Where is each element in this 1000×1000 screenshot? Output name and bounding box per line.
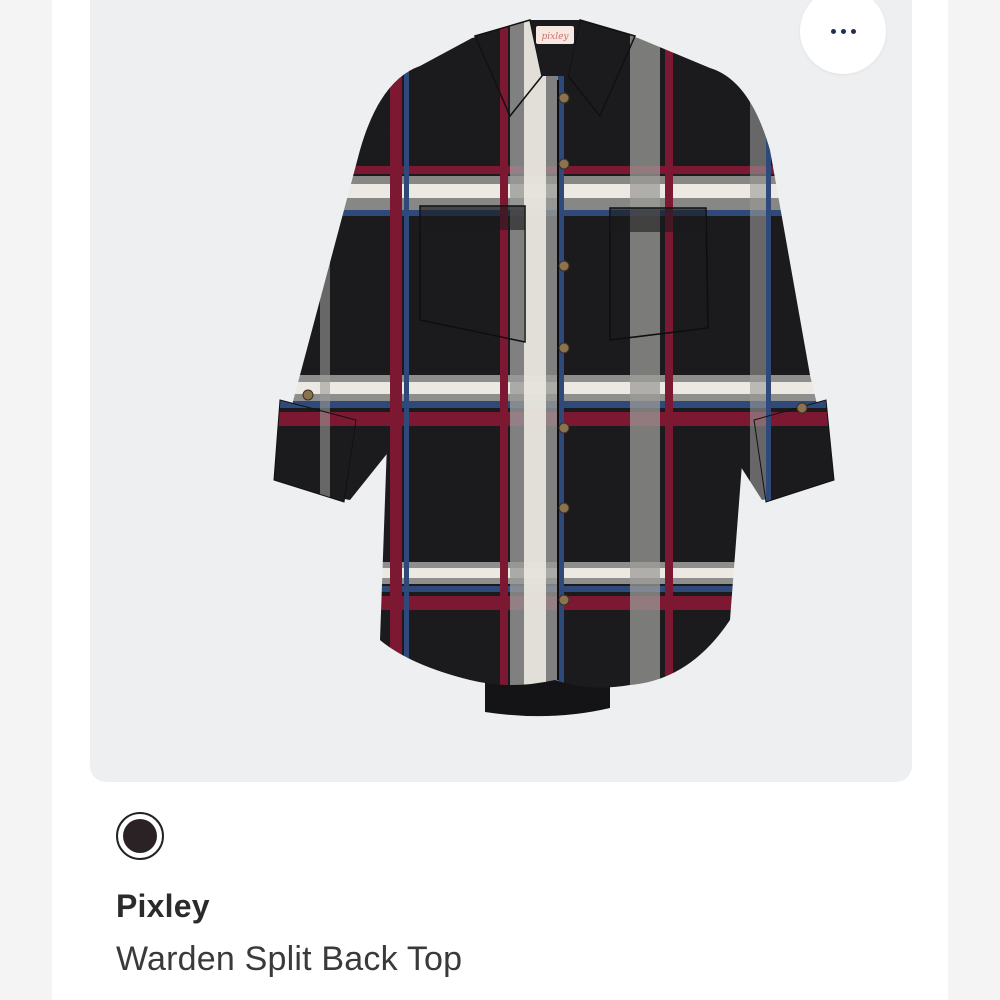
more-horizontal-icon: [830, 28, 836, 34]
color-swatch-selected[interactable]: [116, 812, 164, 860]
more-horizontal-icon-dot: [850, 28, 856, 34]
product-card: pixley Pixley Warden Split Back Top: [52, 0, 948, 1000]
product-name: Warden Split Back Top: [116, 940, 463, 978]
product-image-frame[interactable]: pixley: [90, 0, 912, 782]
more-horizontal-icon-dot: [840, 28, 846, 34]
neck-label-text: pixley: [541, 32, 569, 42]
color-swatch-fill: [123, 819, 157, 853]
brand-name: Pixley: [116, 888, 210, 924]
product-image: pixley: [273, 19, 835, 717]
